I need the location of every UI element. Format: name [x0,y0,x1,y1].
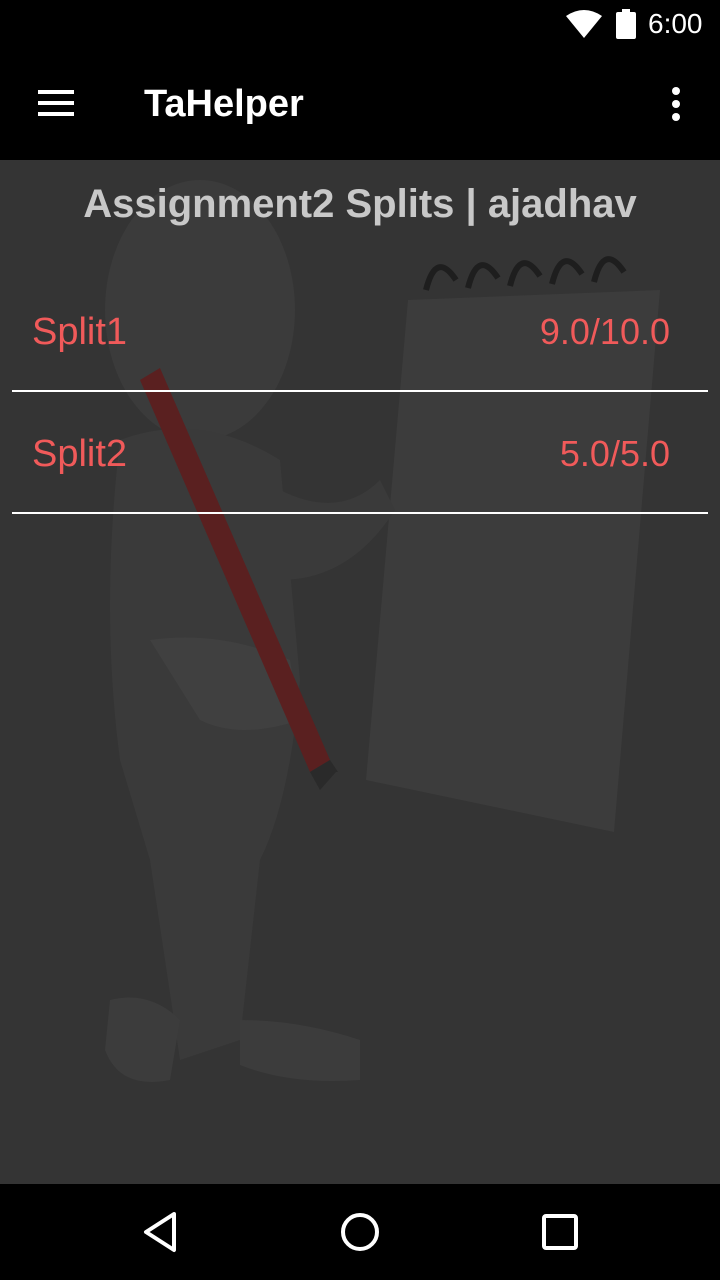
home-icon [341,1213,379,1251]
status-bar: 6:00 [0,0,720,48]
screen: 6:00 TaHelper Assignment2 Splits | ajadh… [0,0,720,1280]
page-title: Assignment2 Splits | ajadhav [83,182,637,226]
back-button[interactable] [124,1196,196,1268]
split-row[interactable]: Split2 5.0/5.0 [12,392,708,514]
wifi-icon [566,10,602,43]
split-score: 5.0/5.0 [559,433,670,474]
status-time: 6:00 [648,8,703,39]
back-icon [144,1212,176,1252]
menu-icon [38,90,74,116]
app-title: TaHelper [144,83,304,125]
split-score: 9.0/10.0 [539,311,670,352]
app-bar: TaHelper [0,48,720,160]
content-area: Assignment2 Splits | ajadhav Split1 9.0/… [0,160,720,1184]
overflow-menu-icon [672,87,680,121]
split-row[interactable]: Split1 9.0/10.0 [12,270,708,392]
split-name: Split1 [32,311,128,353]
home-button[interactable] [324,1196,396,1268]
recents-button[interactable] [524,1196,596,1268]
split-list: Split1 9.0/10.0 Split2 5.0/5.0 [12,270,708,514]
navigation-bar [0,1184,720,1280]
recents-icon [542,1214,578,1250]
battery-icon [616,9,636,44]
split-name: Split2 [32,433,128,475]
menu-button[interactable] [20,68,92,140]
overflow-menu-button[interactable] [648,68,704,140]
